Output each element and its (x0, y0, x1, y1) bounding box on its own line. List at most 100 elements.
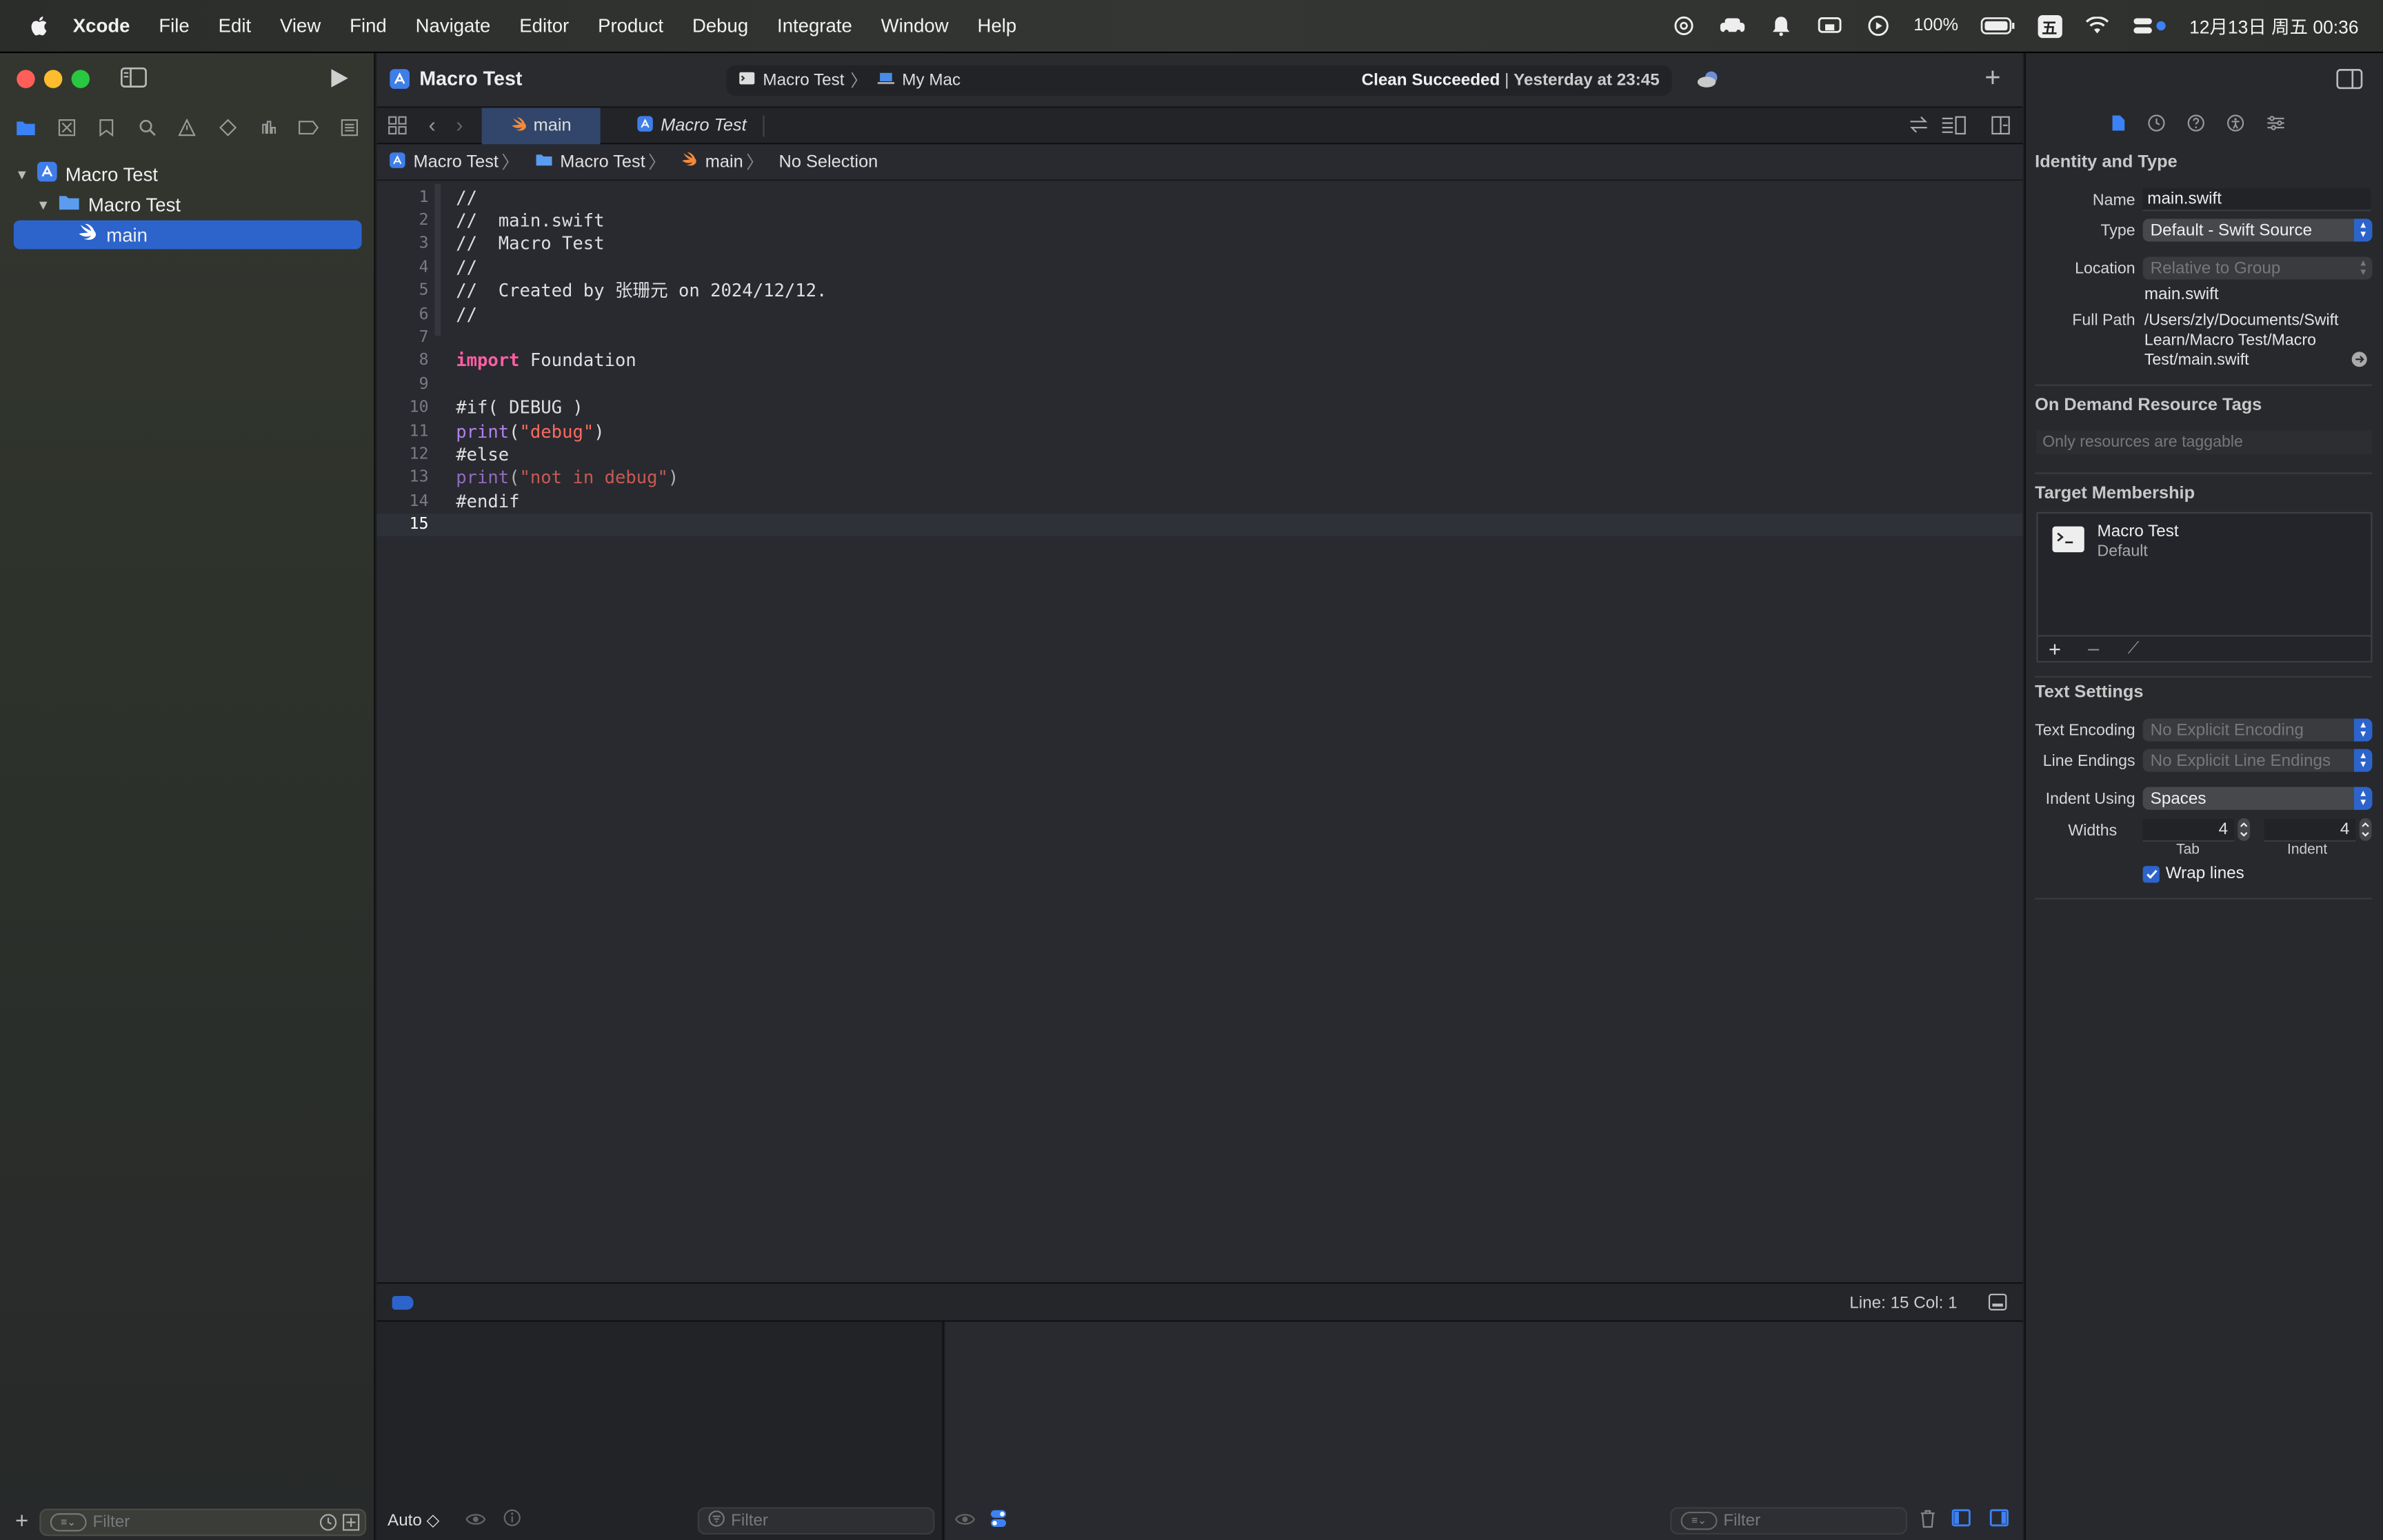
reveal-in-finder-icon[interactable] (2351, 351, 2368, 372)
back-icon[interactable]: ‹ (429, 112, 436, 136)
destination-selector[interactable]: My Mac (876, 72, 961, 90)
accessibility-inspector-icon[interactable] (2226, 114, 2244, 136)
info-icon[interactable] (503, 1509, 521, 1532)
chatgpt-icon[interactable] (1671, 15, 1698, 37)
chevron-down-icon[interactable]: ▼ (37, 196, 52, 212)
test-navigator-icon[interactable] (217, 117, 239, 139)
report-navigator-icon[interactable] (339, 117, 360, 139)
indent-width-field[interactable]: 4 (2264, 818, 2356, 842)
editor-options-icon[interactable] (1941, 116, 1967, 140)
menu-app-xcode[interactable]: Xcode (73, 15, 130, 37)
code-line[interactable]: 3 // Macro Test (377, 232, 2023, 256)
wrap-lines-checkbox[interactable] (2142, 866, 2160, 883)
code-line[interactable]: 6 // (377, 303, 2023, 326)
close-window-button[interactable] (17, 70, 35, 88)
run-button[interactable] (328, 67, 350, 94)
tree-item-group[interactable]: ▼ Macro Test (37, 190, 365, 219)
jumpbar-project[interactable]: Macro Test 〉 (389, 150, 525, 174)
menu-debug[interactable]: Debug (692, 15, 748, 37)
forward-icon[interactable]: › (456, 112, 463, 136)
find-navigator-icon[interactable] (137, 117, 158, 139)
screen-mirroring-icon[interactable] (1816, 15, 1844, 37)
weather-cloud-icon[interactable] (1696, 70, 1720, 92)
odr-tags-field[interactable]: Only resources are taggable (2036, 429, 2373, 454)
source-control-icon[interactable] (56, 117, 77, 139)
minimize-window-button[interactable] (43, 70, 63, 88)
menu-help[interactable]: Help (978, 15, 1017, 37)
code-line[interactable]: 7 (377, 326, 2023, 349)
menu-file[interactable]: File (159, 15, 189, 37)
variables-view[interactable]: Auto ◇ Filter (376, 1321, 944, 1540)
code-line[interactable]: 14 #endif (377, 489, 2023, 513)
menu-editor[interactable]: Editor (519, 15, 569, 37)
menu-view[interactable]: View (280, 15, 321, 37)
code-line[interactable]: 4 // (377, 256, 2023, 279)
sidebar-toggle-icon[interactable] (120, 67, 148, 92)
menu-product[interactable]: Product (598, 15, 663, 37)
debug-navigator-icon[interactable] (258, 117, 279, 139)
warning-icon[interactable] (177, 117, 199, 139)
indent-using-popup[interactable]: Spaces ▴ ▾ (2142, 787, 2373, 810)
project-navigator-folder-icon[interactable] (16, 117, 37, 139)
edit-target-icon[interactable]: ⟋ (2128, 640, 2140, 660)
jumpbar-selection[interactable]: No Selection (779, 153, 878, 171)
inspector-toggle-icon[interactable] (2336, 68, 2364, 94)
console-filter[interactable]: ≡⌄ Filter (1670, 1507, 1908, 1535)
apple-logo-icon[interactable] (28, 14, 52, 38)
eye-icon[interactable] (465, 1510, 486, 1532)
code-line[interactable]: 8 import Foundation (377, 349, 2023, 372)
toggle-debug-area-icon[interactable] (1988, 1293, 2008, 1316)
recent-files-icon[interactable] (319, 1513, 337, 1536)
variables-filter[interactable]: Filter (697, 1507, 935, 1535)
swap-icon[interactable] (1909, 116, 1929, 139)
input-method-badge[interactable]: 五 (2037, 14, 2062, 37)
add-editor-icon[interactable] (1991, 116, 2011, 140)
tree-item-main-file[interactable]: main (13, 220, 362, 250)
target-membership-list[interactable]: Macro Test Default + – ⟋ (2036, 511, 2373, 662)
add-target-icon[interactable]: + (2049, 636, 2061, 660)
menubar-clock[interactable]: 12月13日 周五 00:36 (2189, 13, 2359, 39)
car-icon[interactable] (1719, 15, 1747, 37)
code-line[interactable]: 2 // main.swift (377, 209, 2023, 232)
add-tab-icon[interactable]: + (1984, 62, 2000, 94)
scheme-selector[interactable]: Macro Test 〉 (727, 68, 876, 92)
zoom-window-button[interactable] (71, 70, 90, 88)
code-line[interactable]: 13 print("not in debug") (377, 466, 2023, 489)
trash-icon[interactable] (1920, 1509, 1936, 1533)
battery-icon[interactable] (1980, 15, 2016, 37)
navigator-filter[interactable]: ≡⌄ Filter (39, 1508, 367, 1537)
tree-item-project[interactable]: ▼ Macro Test (15, 159, 365, 188)
console-settings-icon[interactable] (989, 1509, 1007, 1533)
show-console-icon[interactable] (1989, 1509, 2009, 1532)
menu-edit[interactable]: Edit (219, 15, 251, 37)
add-file-icon[interactable]: + (15, 1509, 28, 1534)
line-endings-popup[interactable]: No Explicit Line Endings ▴ ▾ (2142, 749, 2373, 772)
eye-icon[interactable] (954, 1510, 976, 1532)
console-view[interactable]: ≡⌄ Filter (945, 1321, 2023, 1540)
name-field[interactable]: main.swift (2142, 188, 2371, 212)
code-line[interactable]: 10 #if( DEBUG ) (377, 396, 2023, 419)
type-popup[interactable]: Default - Swift Source ▴ ▾ (2142, 219, 2373, 242)
quick-help-icon[interactable] (2187, 114, 2205, 136)
bell-icon[interactable] (1768, 15, 1796, 37)
tab-width-stepper[interactable] (2237, 818, 2251, 847)
code-line[interactable]: 11 print("debug") (377, 419, 2023, 443)
wifi-icon[interactable] (2083, 15, 2111, 37)
code-line-current[interactable]: 15 (376, 513, 2023, 536)
show-variables-icon[interactable] (1951, 1509, 1971, 1532)
code-line[interactable]: 1 // (377, 185, 2023, 209)
chevron-down-icon[interactable]: ▼ (15, 166, 30, 181)
breakpoints-toggle-icon[interactable] (392, 1296, 414, 1310)
indent-width-stepper[interactable] (2359, 818, 2373, 847)
remove-target-icon[interactable]: – (2088, 636, 2099, 659)
jumpbar-file[interactable]: main 〉 (681, 150, 770, 174)
menu-navigate[interactable]: Navigate (416, 15, 491, 37)
bookmark-icon[interactable] (97, 117, 118, 139)
source-control-filter-icon[interactable] (342, 1513, 360, 1536)
control-center-icon[interactable] (2131, 15, 2168, 37)
play-circle-icon[interactable] (1865, 15, 1893, 37)
jumpbar-group[interactable]: Macro Test 〉 (534, 150, 672, 174)
menu-find[interactable]: Find (350, 15, 387, 37)
breakpoint-navigator-icon[interactable] (298, 117, 319, 139)
code-line[interactable]: 9 (377, 372, 2023, 396)
